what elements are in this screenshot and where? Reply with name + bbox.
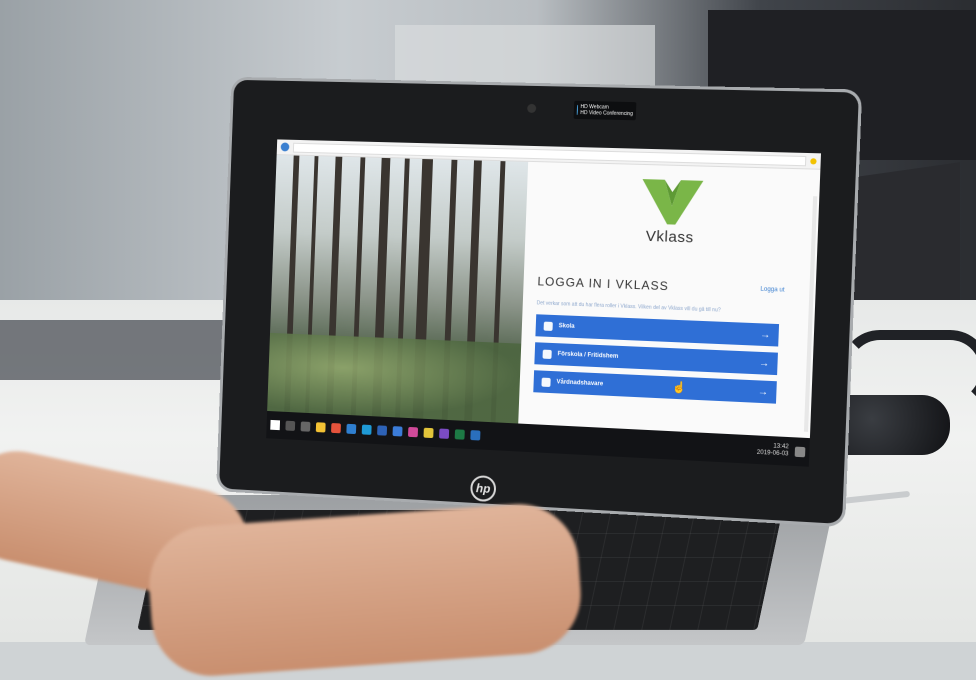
login-subtitle: Det verkar som att du har flera roller i… (536, 300, 721, 314)
webcam-logo-icon (576, 104, 578, 115)
hand-cursor-icon: ☝ (671, 381, 687, 395)
desk-edge (0, 320, 260, 380)
task-view-icon[interactable] (300, 421, 311, 432)
taskbar-clock[interactable]: 13:42 2019-06-03 (757, 443, 789, 459)
chrome-icon[interactable] (331, 423, 341, 434)
guardian-icon (541, 377, 551, 387)
role-button-school[interactable]: Skola → (535, 314, 780, 347)
clock-date: 2019-06-03 (756, 449, 789, 458)
webcam-subtitle: HD Video Conferencing (580, 109, 634, 118)
arrow-right-icon: → (758, 357, 770, 370)
arrow-right-icon: → (757, 385, 769, 398)
onenote-icon[interactable] (439, 428, 450, 439)
teams-icon[interactable] (470, 430, 481, 441)
excel-icon[interactable] (454, 429, 465, 440)
windows-start-icon[interactable] (270, 419, 281, 431)
preschool-icon (542, 349, 552, 359)
login-title: LOGGA IN I VKLASS (537, 274, 670, 294)
hp-logo: hp (469, 474, 497, 503)
scrollbar[interactable] (803, 196, 818, 432)
edge-icon[interactable] (346, 423, 357, 435)
role-button-preschool[interactable]: Förskola / Fritidshem → (534, 342, 778, 376)
internet-explorer-icon[interactable] (361, 424, 372, 435)
search-icon[interactable] (285, 420, 296, 431)
notification-icon[interactable] (794, 446, 806, 458)
logout-link[interactable]: Logga ut (760, 287, 784, 294)
school-icon (543, 321, 553, 331)
favorite-icon[interactable] (810, 157, 817, 164)
forest-photo (267, 155, 529, 424)
word-icon[interactable] (377, 425, 388, 436)
role-label: Vårdnadshavare (556, 379, 604, 388)
role-button-guardian[interactable]: Vårdnadshavare → (533, 370, 777, 404)
arrow-right-icon: → (759, 328, 771, 341)
vklass-logo-icon (640, 179, 704, 226)
login-panel: Vklass LOGGA IN I VKLASS Logga ut Det ve… (518, 161, 821, 439)
browser-icon[interactable] (280, 142, 290, 152)
brand-name: Vklass (645, 227, 694, 247)
role-label: Förskola / Fritidshem (557, 351, 619, 360)
app-icon[interactable] (407, 426, 419, 438)
webcam-sticker: HD Webcam HD Video Conferencing (573, 100, 637, 121)
file-explorer-icon[interactable] (315, 422, 326, 433)
laptop-lid: HD Webcam HD Video Conferencing Vklass L… (219, 79, 859, 525)
webcam-lens (527, 103, 537, 114)
role-label: Skola (558, 323, 575, 330)
outlook-icon[interactable] (392, 426, 403, 437)
notes-icon[interactable] (423, 427, 434, 439)
laptop-screen: Vklass LOGGA IN I VKLASS Logga ut Det ve… (266, 139, 822, 467)
right-hand (145, 500, 585, 680)
